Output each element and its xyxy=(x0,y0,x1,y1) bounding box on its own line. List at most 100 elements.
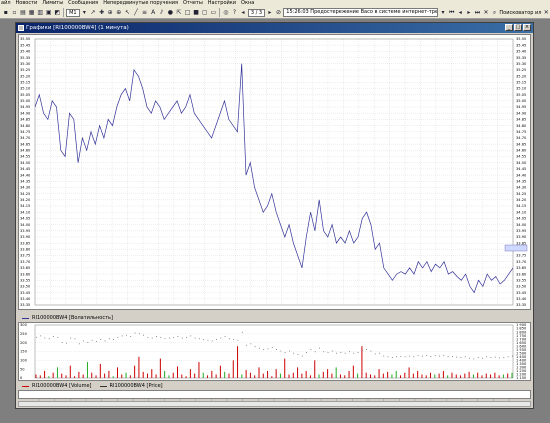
chart-window-title: Графики [RI100000BW4] (1 минута) xyxy=(26,25,129,31)
interval-select[interactable]: M1 xyxy=(66,8,80,17)
price-dot xyxy=(426,354,428,356)
price-tick-label: 34.65 xyxy=(20,142,30,146)
price-dot xyxy=(353,352,355,354)
help-icon[interactable]: ? xyxy=(231,8,239,17)
stop-icon[interactable]: ✕ xyxy=(482,8,490,17)
ticker-dropdown-icon[interactable]: ▾ xyxy=(439,8,447,17)
price-dot xyxy=(40,335,42,337)
tile-icon[interactable]: ▢ xyxy=(201,8,209,17)
prev-icon[interactable]: ◂ xyxy=(456,8,464,17)
price-dot xyxy=(198,338,200,340)
price-chart[interactable]: 35.50 35.45 35.40 35.35 35.30 35.25 35.20 35.15… xyxy=(19,35,530,309)
minimize-button[interactable]: _ xyxy=(505,24,513,31)
price-tick-label: 35.15 xyxy=(20,81,30,85)
chevron-down-icon[interactable]: ▾ xyxy=(81,8,89,17)
menu-bar: айл Новости Лимиты Сообщения Непередвину… xyxy=(0,0,550,7)
volume-panel[interactable]: 300 250 200 150 100 50 0 1 900 1 850 1 800 1 750 1… xyxy=(18,322,531,381)
menu-news[interactable]: Новости xyxy=(16,0,38,7)
price-dot xyxy=(151,337,153,339)
price-tick-label: 33.35 xyxy=(516,303,526,307)
price-tick-label: 34.30 xyxy=(20,186,31,190)
new-icon[interactable]: ▪ xyxy=(2,8,10,17)
price-tick-label: 33.45 xyxy=(516,291,526,295)
menu-messages[interactable]: Сообщения xyxy=(68,0,98,7)
price-series-line xyxy=(34,63,514,294)
price-grid xyxy=(34,38,514,306)
menu-limits[interactable]: Лимиты xyxy=(42,0,63,7)
price-dot xyxy=(344,352,346,354)
price-tick-label: 35.35 xyxy=(516,56,526,60)
menu-windows[interactable]: Окна xyxy=(241,0,254,7)
open-icon[interactable]: ▫ xyxy=(11,8,19,17)
cross-icon[interactable]: ✚ xyxy=(98,8,106,17)
window-icon[interactable]: ▭ xyxy=(210,8,218,17)
menu-reports[interactable]: Отчеты xyxy=(183,0,203,7)
close-button[interactable]: × xyxy=(523,24,531,31)
price-tick-label: 34.55 xyxy=(516,155,526,159)
price-dot xyxy=(104,340,106,342)
price-dot xyxy=(370,350,372,352)
price-panel[interactable]: 35.50 35.45 35.40 35.35 35.30 35.25 35.20 35.15… xyxy=(18,34,531,310)
price-tick-label: 33.75 xyxy=(516,254,526,258)
news-ticker[interactable]: 15:26:03 Предостережение Васо в системе … xyxy=(283,8,439,17)
price-dot xyxy=(374,353,376,355)
left-icon[interactable]: ◂ xyxy=(239,8,247,17)
price-dot xyxy=(310,349,312,350)
price-tick-label: 34.90 xyxy=(516,111,527,115)
price-dot xyxy=(61,341,63,343)
price-tick-label: 33.60 xyxy=(516,272,527,276)
next-icon[interactable]: ▸ xyxy=(465,8,473,17)
horizontal-scrollbar[interactable] xyxy=(18,401,531,407)
price-dot xyxy=(220,337,222,339)
price-dot xyxy=(186,336,187,338)
price-dot xyxy=(130,336,132,338)
first-icon[interactable]: ⏮ xyxy=(448,8,456,17)
menu-orders[interactable]: Непередвинутые поручения xyxy=(103,0,178,7)
price-dot xyxy=(460,357,462,358)
fibonacci-icon[interactable]: ≡ xyxy=(141,8,149,17)
price-dot xyxy=(314,351,316,353)
chart-window-icon xyxy=(18,25,24,31)
last-icon[interactable]: ⏭ xyxy=(474,8,482,17)
grid-icon[interactable]: ▣ xyxy=(45,8,53,17)
search-label[interactable]: Поисковатор ил xyxy=(499,10,541,16)
price-dot xyxy=(91,339,93,341)
marker-icon[interactable]: ● xyxy=(167,8,175,17)
chart-icon[interactable]: ▥ xyxy=(36,8,44,17)
price-dot xyxy=(439,355,440,357)
price-tick-label: 35.00 xyxy=(20,99,31,103)
cursor-icon[interactable]: ⇱ xyxy=(175,8,183,17)
close-icon[interactable]: ✕ xyxy=(543,8,550,17)
price-dot xyxy=(331,350,333,352)
alert-icon[interactable]: ⊘ xyxy=(275,8,283,17)
search-icon[interactable]: ⌕ xyxy=(491,8,499,17)
menu-file[interactable]: айл xyxy=(1,0,11,7)
line-tool-icon[interactable]: ╱ xyxy=(132,8,140,17)
text-tool-icon[interactable]: A xyxy=(149,8,157,17)
print-icon[interactable]: ▤ xyxy=(19,8,27,17)
price-tick-label: 33.70 xyxy=(20,260,31,264)
channel-icon[interactable]: ⫽ xyxy=(158,8,166,17)
box-dark-icon[interactable]: ■ xyxy=(192,8,200,17)
arrow-icon[interactable]: ↗ xyxy=(89,8,97,17)
price-dot xyxy=(36,336,37,338)
pointer-icon[interactable]: ↖ xyxy=(124,8,132,17)
time-axis[interactable]: 15304517h15304518h15304519h15244520h1530… xyxy=(18,390,531,406)
tools-icon[interactable]: ◎ xyxy=(222,8,230,17)
crosshair-icon[interactable]: ⊕ xyxy=(106,8,114,17)
chart-window-titlebar[interactable]: Графики [RI100000BW4] (1 минута) _ □ × xyxy=(16,23,533,33)
right-icon[interactable]: ▸ xyxy=(266,8,274,17)
table-icon[interactable]: ▦ xyxy=(28,8,36,17)
zoom-in-icon[interactable]: ⊕ xyxy=(115,8,123,17)
price-dot xyxy=(464,356,466,358)
price-tick-label: 35.35 xyxy=(20,56,30,60)
menu-settings[interactable]: Настройки xyxy=(208,0,236,7)
maximize-button[interactable]: □ xyxy=(514,24,522,31)
price-dot xyxy=(349,351,350,353)
price-plot-frame xyxy=(34,38,514,306)
volume-chart[interactable]: 300 250 200 150 100 50 0 1 9001 8501 8001 7501… xyxy=(19,323,530,380)
box-icon[interactable]: □ xyxy=(184,8,192,17)
zoom-icon[interactable]: ◩ xyxy=(54,8,62,17)
price-dot xyxy=(100,339,102,340)
page-counter: 3 / 3 xyxy=(247,8,266,17)
